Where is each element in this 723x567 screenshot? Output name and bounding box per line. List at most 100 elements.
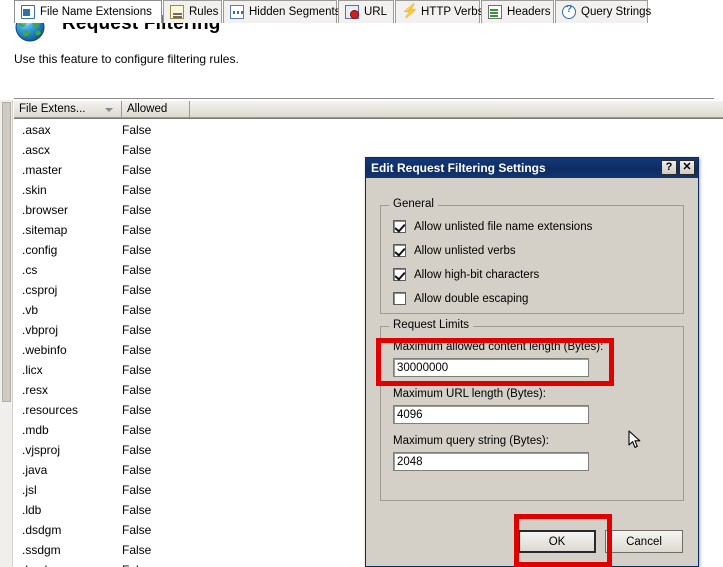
cancel-button[interactable]: Cancel (605, 530, 683, 553)
request-filtering-page: Request Filtering Use this feature to co… (0, 0, 723, 567)
tab-strip-underline (14, 98, 714, 99)
cell-allowed: False (122, 443, 152, 457)
cell-allowed: False (122, 263, 152, 277)
tab-url[interactable]: URL (338, 0, 394, 23)
tab-label: Hidden Segments (249, 6, 341, 18)
list-header-row: File Extens... Allowed (14, 101, 723, 119)
checkbox-icon[interactable] (393, 268, 406, 281)
checkbox-allow-double-escaping[interactable]: Allow double escaping (393, 292, 528, 305)
cell-file-extension: .skin (22, 183, 47, 197)
tab-rules[interactable]: Rules (163, 0, 222, 23)
cell-file-extension: .sitemap (22, 223, 68, 237)
general-group: General Allow unlisted file name extensi… (380, 198, 684, 314)
cell-allowed: False (122, 363, 152, 377)
dialog-title-bar[interactable]: Edit Request Filtering Settings ? ✕ (366, 158, 698, 178)
checkbox-allow-high-bit-characters[interactable]: Allow high-bit characters (393, 268, 539, 281)
column-header-label: Allowed (127, 103, 168, 115)
cell-file-extension: .master (22, 163, 63, 177)
cell-allowed: False (122, 223, 152, 237)
cell-file-extension: .ldb (22, 503, 42, 517)
cell-allowed: False (122, 483, 152, 497)
tab-label: File Name Extensions (40, 6, 152, 18)
cell-file-extension: .dsdgm (22, 523, 62, 537)
page-scrollbar[interactable] (0, 100, 13, 567)
request-limits-group: Request Limits Maximum allowed content l… (380, 319, 684, 501)
checkbox-icon[interactable] (393, 220, 406, 233)
hidden-segments-icon (230, 5, 244, 19)
tab-hidden-segments[interactable]: Hidden Segments (223, 0, 341, 23)
dialog-window-buttons: ? ✕ (661, 160, 695, 175)
label-max-query-string: Maximum query string (Bytes): (393, 435, 549, 447)
help-button[interactable]: ? (661, 160, 677, 175)
close-icon[interactable]: ✕ (679, 160, 695, 175)
cell-allowed: False (122, 163, 152, 177)
file-name-extensions-icon (21, 5, 35, 19)
ok-button[interactable]: OK (518, 530, 596, 553)
checkbox-label: Allow high-bit characters (414, 268, 540, 281)
checkbox-label: Allow double escaping (414, 292, 529, 305)
cell-allowed: False (122, 543, 152, 557)
cell-file-extension: .asax (22, 123, 51, 137)
checkbox-allow-unlisted-file-name-extensions[interactable]: Allow unlisted file name extensions (393, 220, 592, 233)
cell-allowed: False (122, 503, 152, 517)
cell-allowed: False (122, 343, 152, 357)
cell-allowed: False (122, 403, 152, 417)
column-header-file-extension[interactable]: File Extens... (14, 101, 122, 118)
cell-allowed: False (122, 563, 190, 567)
tab-label: Headers (507, 6, 551, 18)
cell-file-extension: .resources (22, 403, 79, 417)
dialog-body: General Allow unlisted file name extensi… (366, 178, 698, 566)
tab-http-verbs[interactable]: HTTP Verbs (395, 0, 484, 23)
dialog-title: Edit Request Filtering Settings (371, 161, 546, 175)
tab-strip (0, 76, 723, 100)
tab-query-strings[interactable]: Query Strings (555, 0, 652, 23)
tab-label: HTTP Verbs (421, 6, 484, 18)
cell-file-extension: .cs (22, 263, 38, 277)
url-icon (345, 5, 359, 19)
cell-allowed: False (122, 143, 152, 157)
cell-file-extension: .jsl (22, 483, 37, 497)
label-max-url-length: Maximum URL length (Bytes): (393, 388, 546, 400)
cell-allowed: False (122, 203, 152, 217)
cell-file-extension: .licx (22, 363, 43, 377)
tab-headers[interactable]: Headers (481, 0, 554, 23)
cell-file-extension: .vjsproj (22, 443, 61, 457)
input-max-content-length[interactable] (393, 358, 589, 377)
checkbox-icon[interactable] (393, 244, 406, 257)
input-max-url-length[interactable] (393, 405, 589, 424)
cell-allowed: False (122, 303, 152, 317)
cell-allowed: False (122, 283, 152, 297)
http-verbs-icon (402, 3, 418, 19)
tab-label: Rules (189, 6, 219, 18)
query-strings-icon (562, 4, 576, 19)
table-row[interactable]: .asax False (14, 120, 723, 140)
cell-file-extension: .config (22, 243, 58, 257)
general-group-legend: General (389, 198, 438, 210)
cell-file-extension: .resx (22, 383, 49, 397)
cell-file-extension: .mdb (22, 423, 49, 437)
checkbox-allow-unlisted-verbs[interactable]: Allow unlisted verbs (393, 244, 516, 257)
cell-allowed: False (122, 183, 152, 197)
headers-icon (488, 5, 502, 19)
edit-request-filtering-settings-dialog: Edit Request Filtering Settings ? ✕ Gene… (365, 157, 699, 567)
checkbox-label: Allow unlisted file name extensions (414, 220, 593, 233)
cell-allowed: False (122, 123, 152, 137)
column-header-allowed[interactable]: Allowed (122, 101, 190, 118)
mouse-cursor (628, 430, 641, 448)
tab-file-name-extensions[interactable]: File Name Extensions (14, 0, 162, 23)
label-max-content-length: Maximum allowed content length (Bytes): (393, 341, 604, 353)
cell-allowed: False (122, 383, 152, 397)
cell-file-extension: .ascx (22, 143, 51, 157)
column-header-filler (190, 101, 723, 118)
cell-allowed: False (122, 523, 152, 537)
checkbox-icon[interactable] (393, 292, 406, 305)
tab-label: Query Strings (581, 6, 652, 18)
cell-file-extension: .webinfo (22, 343, 67, 357)
tab-label: URL (364, 6, 388, 18)
rules-icon (170, 5, 184, 19)
input-max-query-string[interactable] (393, 452, 589, 471)
page-subtitle: Use this feature to configure filtering … (14, 52, 239, 66)
cell-allowed: False (122, 463, 152, 477)
cell-allowed: False (122, 323, 152, 337)
page-scrollbar-thumb[interactable] (2, 102, 11, 402)
